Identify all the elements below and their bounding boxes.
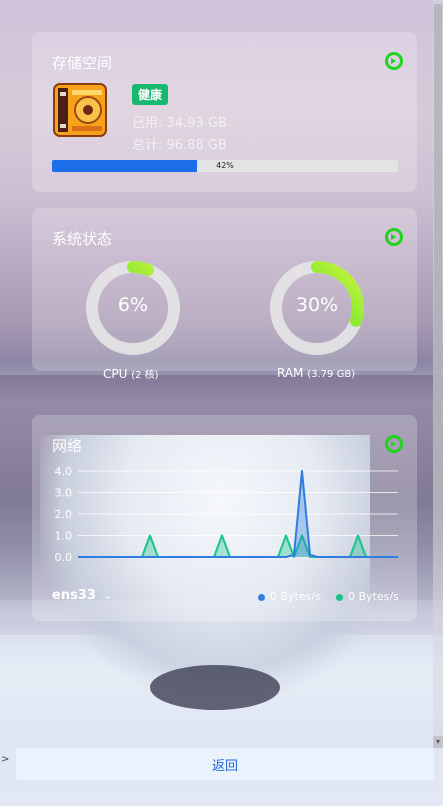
- network-refresh-icon[interactable]: [385, 435, 403, 453]
- download-area: [78, 535, 398, 557]
- cpu-gauge-value: 6%: [117, 294, 149, 316]
- download-legend: 0 Bytes/s: [336, 590, 399, 603]
- ram-label: RAM: [277, 366, 304, 380]
- side-marker: >: [1, 754, 10, 765]
- system-status-title: 系统状态: [52, 230, 113, 248]
- background-pond: [150, 665, 280, 710]
- cpu-detail: (2 核): [131, 370, 159, 381]
- storage-progress-label: 42%: [216, 161, 234, 170]
- chevron-down-icon: ⌄: [103, 591, 113, 602]
- download-legend-icon: [336, 593, 343, 601]
- scroll-down-icon[interactable]: ▾: [433, 736, 443, 748]
- scrollbar-thumb[interactable]: [434, 4, 442, 490]
- download-rate: 0 Bytes/s: [348, 590, 399, 603]
- upload-rate: 0 Bytes/s: [270, 590, 321, 603]
- upload-legend: 0 Bytes/s: [258, 590, 321, 603]
- ram-detail: (3.79 GB): [307, 369, 356, 380]
- y-tick-label: 4.0: [55, 465, 73, 478]
- cpu-caption: CPU (2 核): [103, 366, 159, 381]
- total-space-text: 总计: 96.88 GB: [132, 138, 227, 153]
- network-title: 网络: [52, 437, 83, 455]
- cpu-label: CPU: [103, 367, 128, 381]
- back-button[interactable]: 返回: [16, 748, 434, 780]
- download-line: [78, 534, 398, 558]
- system-refresh-icon[interactable]: [385, 228, 403, 246]
- storage-progress-bar: 42%: [52, 160, 398, 172]
- storage-refresh-icon[interactable]: [385, 52, 403, 70]
- network-chart: 0.0 1.0 2.0 3.0 4.0: [55, 465, 398, 564]
- y-tick-label: 3.0: [55, 487, 73, 500]
- scrollbar[interactable]: ▾: [433, 0, 443, 748]
- disk-icon: [53, 83, 107, 137]
- y-tick-label: 0.0: [55, 551, 73, 564]
- health-badge: 健康: [132, 84, 169, 105]
- storage-title: 存储空间: [52, 54, 113, 72]
- y-tick-label: 1.0: [55, 530, 73, 543]
- interface-value: ens33: [52, 588, 96, 603]
- cpu-gauge: 6%: [85, 260, 181, 356]
- upload-legend-icon: [258, 593, 265, 601]
- ram-gauge-value: 30%: [295, 294, 339, 316]
- interface-select[interactable]: ens33 ⌄: [52, 588, 112, 603]
- used-space-text: 已用: 34.93 GB: [132, 116, 227, 131]
- y-tick-label: 2.0: [55, 508, 73, 521]
- ram-gauge: 30%: [269, 260, 365, 356]
- ram-caption: RAM (3.79 GB): [277, 366, 355, 380]
- storage-card: 存储空间 健康 已用: 34.93 GB 总计: 96.88 GB 42%: [32, 32, 417, 192]
- system-status-card: 系统状态 6% CPU (2 核) 30% RAM (3.79 GB): [32, 208, 417, 381]
- network-card: 网络 0.0 1.0 2.0 3.0 4.0 ens33 ⌄ 0 Bytes/s 0 By…: [32, 415, 417, 621]
